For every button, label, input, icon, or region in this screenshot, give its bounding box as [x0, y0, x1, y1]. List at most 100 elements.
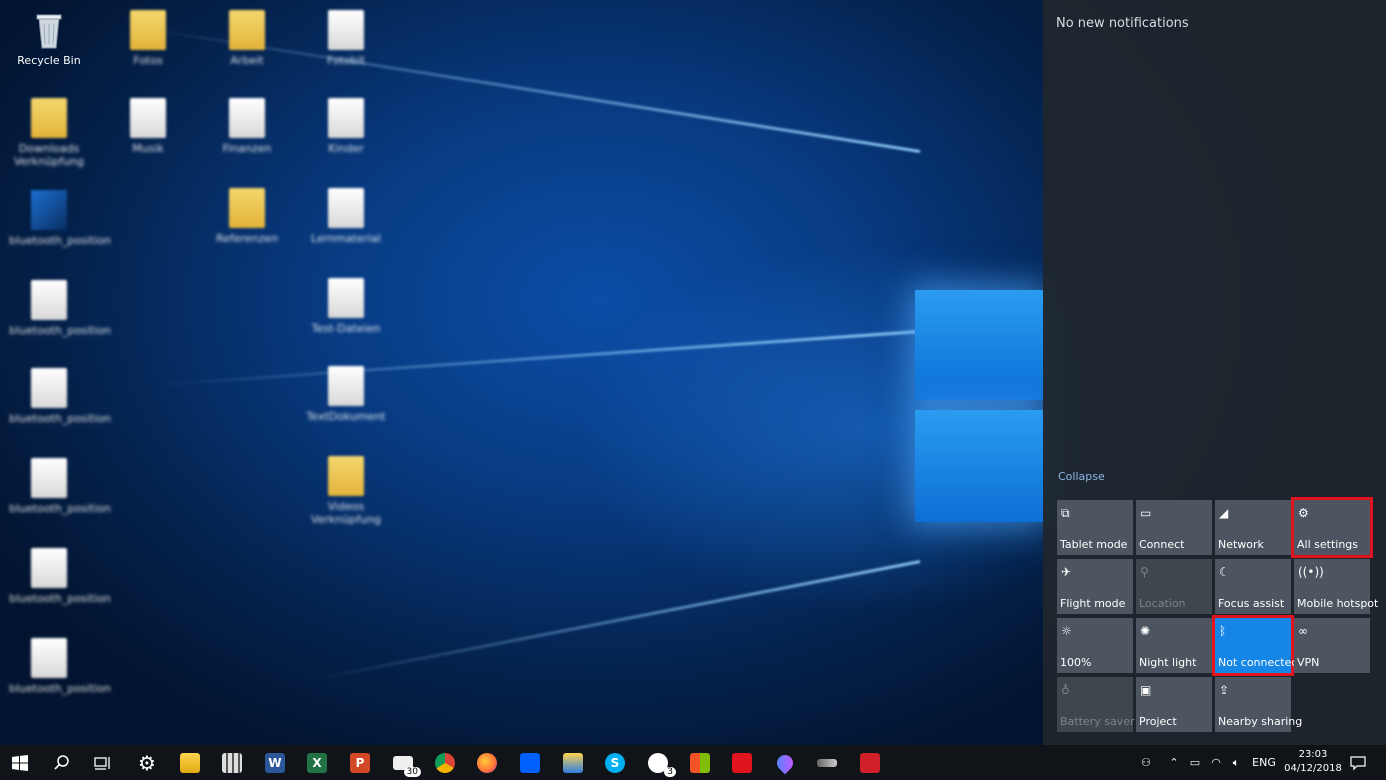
maps-app[interactable] — [765, 745, 805, 780]
quick-action-flight-mode[interactable]: ✈ Flight mode — [1057, 559, 1133, 614]
desktop-icon-label: bluetooth_position — [9, 412, 111, 425]
quick-action-tablet-mode[interactable]: ⧉ Tablet mode — [1057, 500, 1133, 555]
quick-actions-grid: ⧉ Tablet mode ▭ Connect ◢ Network ⚙ All setting… — [1057, 497, 1378, 732]
quick-action-label: Location — [1139, 597, 1186, 610]
desktop-shortcut[interactable]: Downloads Verknüpfung — [9, 98, 89, 168]
quick-action-label: Focus assist — [1218, 597, 1285, 610]
quick-action-label: Project — [1139, 715, 1177, 728]
folder-icon — [328, 98, 364, 138]
wallpaper-beam — [311, 560, 921, 682]
quick-action-battery-saver[interactable]: ♁ Battery saver — [1057, 677, 1134, 732]
recycle-bin[interactable]: Recycle Bin — [9, 10, 89, 67]
file-explorer-app[interactable] — [170, 745, 210, 780]
quick-action-label: Tablet mode — [1060, 538, 1128, 551]
excel-icon: X — [307, 752, 327, 773]
powerpoint-app[interactable]: P — [340, 745, 380, 780]
desktop-shortcut[interactable]: bluetooth_position — [9, 458, 111, 515]
folder-icon — [180, 752, 200, 773]
desktop-folder[interactable]: Kinder — [306, 98, 386, 155]
quick-action-not-connected[interactable]: ᛒ Not connected — [1212, 615, 1298, 676]
folder-icon — [229, 98, 265, 138]
word-app[interactable]: W — [255, 745, 295, 780]
wallpaper-beam — [151, 330, 921, 387]
desktop-icon-label: Finanzen — [222, 142, 272, 155]
powerpoint-icon: P — [350, 752, 370, 773]
desktop-folder[interactable]: Referenzen — [207, 188, 287, 245]
snipping-app[interactable] — [807, 745, 847, 780]
desktop-folder[interactable]: Arbeit — [207, 10, 287, 67]
chrome-app[interactable] — [425, 745, 465, 780]
wifi-icon: ◠ — [1211, 756, 1221, 769]
vpn-icon: ∞ — [1298, 624, 1308, 638]
desktop-shortcut[interactable]: bluetooth_position — [9, 190, 111, 247]
desktop-folder[interactable]: Fotos — [108, 10, 188, 67]
quick-action-100[interactable]: ☼ 100% — [1057, 618, 1133, 673]
bluetooth-icon: ᛒ — [1219, 624, 1227, 638]
clock[interactable]: 23:03 04/12/2018 — [1283, 748, 1343, 776]
windows-logo-pane — [915, 410, 1043, 522]
desktop-folder[interactable]: Fotobit — [306, 10, 386, 67]
settings-app[interactable]: ⚙ — [127, 745, 167, 780]
collapse-link[interactable]: Collapse — [1058, 470, 1105, 483]
antivirus-app[interactable] — [722, 745, 762, 780]
onedrive-folder-app[interactable] — [553, 745, 593, 780]
task-view-button[interactable] — [83, 745, 123, 780]
desktop-shortcut[interactable]: bluetooth_position — [9, 280, 111, 337]
desktop-folder[interactable]: Lernmaterial — [306, 188, 386, 245]
desktop-shortcut[interactable]: bluetooth_position — [9, 638, 111, 695]
desktop-shortcut[interactable]: Videos Verknüpfung — [306, 456, 386, 526]
desktop-shortcut[interactable]: bluetooth_position — [9, 368, 111, 425]
wifi-tray[interactable]: ◠ — [1207, 745, 1225, 780]
connect-icon: ▭ — [1140, 506, 1152, 520]
search-button[interactable] — [42, 745, 82, 780]
gear-icon: ⚙ — [138, 750, 156, 775]
quick-action-focus-assist[interactable]: ☾ Focus assist — [1215, 559, 1291, 614]
search-icon — [54, 754, 69, 770]
quick-action-label: VPN — [1297, 656, 1320, 669]
desktop-folder[interactable]: Finanzen — [207, 98, 287, 155]
quick-action-network[interactable]: ◢ Network — [1215, 500, 1291, 555]
quick-action-connect[interactable]: ▭ Connect — [1136, 500, 1212, 555]
clock-date: 04/12/2018 — [1284, 763, 1342, 774]
folder-icon — [130, 10, 166, 50]
language-indicator[interactable]: ENG — [1249, 745, 1279, 780]
battery-tray[interactable]: ▭ — [1186, 745, 1204, 780]
flag-app[interactable] — [850, 745, 890, 780]
desktop-folder[interactable]: Musik — [108, 98, 188, 155]
quick-action-location[interactable]: ⚲ Location — [1136, 559, 1212, 614]
desktop-icon-label: Musik — [132, 142, 164, 155]
skype-app[interactable]: S — [595, 745, 635, 780]
people-button[interactable]: ⚇ — [1135, 745, 1157, 780]
quick-action-project[interactable]: ▣ Project — [1136, 677, 1212, 732]
moon-icon: ☾ — [1219, 565, 1230, 579]
scissors-icon — [817, 758, 837, 767]
desktop-folder[interactable]: TextDokument — [306, 366, 386, 423]
desktop-icon-label: Lernmaterial — [311, 232, 381, 245]
dropbox-icon — [520, 752, 540, 773]
chevron-up-icon: ⌃ — [1169, 756, 1179, 769]
calculator-app[interactable] — [212, 745, 252, 780]
desktop-icon-label: bluetooth_position — [9, 234, 111, 247]
show-hidden-icons-button[interactable]: ⌃ — [1165, 745, 1183, 780]
dropbox-app[interactable] — [510, 745, 550, 780]
desktop-shortcut[interactable]: bluetooth_position — [9, 548, 111, 605]
xbox-app[interactable]: 3 — [638, 745, 678, 780]
firefox-app[interactable] — [467, 745, 507, 780]
quick-action-vpn[interactable]: ∞ VPN — [1294, 618, 1370, 673]
quick-action-label: Flight mode — [1060, 597, 1126, 610]
folder-icon — [229, 188, 265, 228]
action-center-button[interactable] — [1347, 745, 1369, 780]
quick-action-all-settings[interactable]: ⚙ All settings — [1291, 497, 1373, 558]
volume-tray[interactable]: 🔈︎ — [1227, 745, 1245, 780]
store-app[interactable] — [680, 745, 720, 780]
excel-app[interactable]: X — [297, 745, 337, 780]
quick-action-mobile-hotspot[interactable]: ((•)) Mobile hotspot — [1294, 559, 1378, 614]
desktop-folder[interactable]: Test-Dateien — [306, 278, 386, 335]
quick-action-night-light[interactable]: ✺ Night light — [1136, 618, 1212, 673]
quick-action-nearby-sharing[interactable]: ⇪ Nearby sharing — [1215, 677, 1302, 732]
desktop-icon-label: Videos Verknüpfung — [310, 500, 382, 526]
mail-app[interactable]: 30 — [383, 745, 423, 780]
chrome-icon — [435, 752, 455, 773]
night-light-icon: ✺ — [1140, 624, 1151, 638]
start-button[interactable] — [0, 745, 40, 780]
